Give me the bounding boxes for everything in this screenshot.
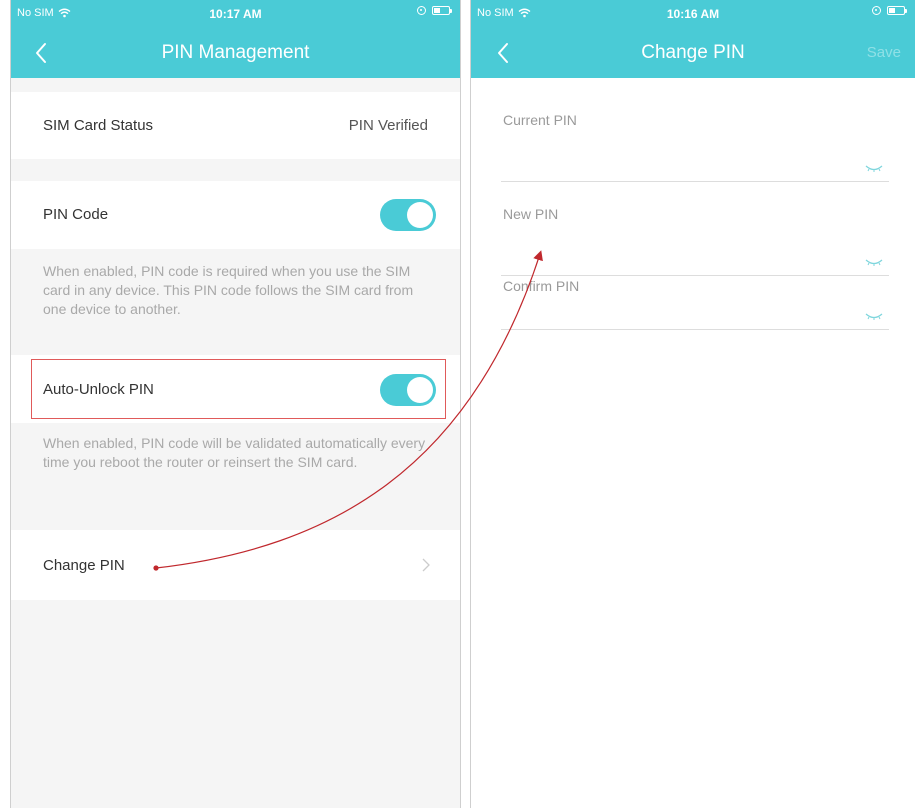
eye-closed-icon[interactable] [865, 258, 883, 266]
change-pin-screen: No SIM 10:16 AM Change PIN Save Current … [470, 0, 915, 808]
nav-bar: Change PIN Save [471, 28, 915, 78]
sim-status-row: SIM Card Status PIN Verified [11, 92, 460, 159]
new-pin-label: New PIN [503, 206, 559, 222]
status-time: 10:16 AM [666, 7, 720, 21]
header-bar: No SIM 10:16 AM Change PIN Save [471, 0, 915, 78]
status-time: 10:17 AM [209, 7, 262, 21]
sim-status-label: SIM Card Status [43, 117, 154, 134]
lock-rotation-icon [872, 6, 881, 15]
auto-unlock-highlight [31, 359, 446, 419]
header-bar: No SIM 10:17 AM PIN Management [11, 0, 460, 78]
chevron-right-icon [422, 558, 430, 572]
nav-bar: PIN Management [11, 28, 460, 78]
change-pin-row[interactable]: Change PIN [11, 530, 460, 600]
eye-closed-icon[interactable] [865, 312, 883, 320]
pin-code-toggle[interactable] [380, 199, 436, 231]
page-title: PIN Management [161, 42, 310, 63]
change-pin-label: Change PIN [43, 557, 125, 574]
current-pin-label: Current PIN [503, 112, 577, 128]
pin-code-label: PIN Code [43, 206, 109, 223]
pin-code-description: When enabled, PIN code is required when … [43, 263, 414, 317]
sim-status-value: PIN Verified [348, 117, 428, 134]
current-pin-field[interactable]: Current PIN [501, 112, 889, 182]
page-title: Change PIN [641, 42, 745, 63]
pin-code-row: PIN Code [11, 181, 460, 249]
status-bar: No SIM 10:16 AM [471, 0, 915, 28]
confirm-pin-label: Confirm PIN [503, 278, 580, 294]
auto-unlock-description: When enabled, PIN code will be validated… [43, 435, 426, 470]
new-pin-field[interactable]: New PIN [501, 206, 889, 276]
battery-icon [432, 6, 452, 15]
battery-icon [887, 6, 907, 15]
lock-rotation-icon [417, 6, 426, 15]
confirm-pin-field[interactable]: Confirm PIN [501, 278, 889, 330]
save-button[interactable]: Save [867, 44, 901, 61]
pin-management-screen: No SIM 10:17 AM PIN Management SIM Card … [10, 0, 461, 808]
screenshot-stage: No SIM 10:17 AM PIN Management SIM Card … [0, 0, 915, 808]
status-bar: No SIM 10:17 AM [11, 0, 460, 28]
eye-closed-icon[interactable] [865, 164, 883, 172]
